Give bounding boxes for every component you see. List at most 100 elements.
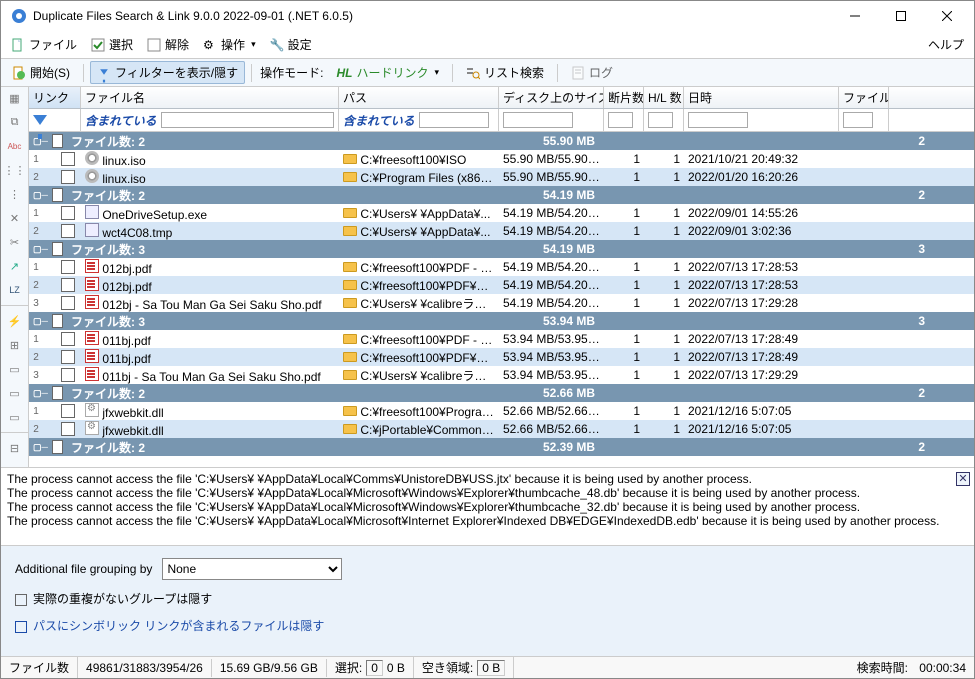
col-link[interactable]: リンク [29, 87, 81, 108]
vtb-btn[interactable]: ↗ [5, 257, 25, 275]
log-button[interactable]: ログ [564, 61, 620, 84]
vtb-btn[interactable]: ▭ [5, 384, 25, 402]
col-filecount[interactable]: ファイル数 [839, 87, 889, 108]
filter-filename-input[interactable] [161, 112, 334, 128]
menu-help[interactable]: ヘルプ [922, 33, 970, 56]
group-header[interactable]: ▢─ファイル数: 252.66 MB2 [29, 384, 974, 402]
file-row[interactable]: 1 linux.iso C:¥freesoft100¥ISO55.90 MB/5… [29, 150, 974, 168]
hide-symlink-checkbox[interactable]: パスにシンボリック リンクが含まれるファイルは隠す [15, 617, 960, 634]
minimize-button[interactable] [832, 1, 878, 31]
pdf-icon [85, 367, 99, 381]
wrench-icon: 🔧 [270, 38, 284, 52]
col-size[interactable]: ディスク上のサイズ [499, 87, 604, 108]
funnel-icon [97, 66, 111, 80]
folder-icon [343, 208, 357, 218]
vtb-btn[interactable]: ⧉ [5, 113, 25, 131]
group-header[interactable]: ▢─ファイル数: 252.39 MB2 [29, 438, 974, 456]
filter-frag-input[interactable] [608, 112, 633, 128]
vtb-sep [1, 305, 28, 306]
log-line: The process cannot access the file 'C:¥U… [7, 514, 968, 528]
file-row[interactable]: 2 011bj.pdf C:¥freesoft100¥PDF¥ブラック...53… [29, 348, 974, 366]
vtb-btn[interactable]: ⊞ [5, 336, 25, 354]
vtb-btn[interactable]: ⋮ [5, 185, 25, 203]
close-button[interactable] [924, 1, 970, 31]
vtb-btn[interactable]: ⚡ [5, 312, 25, 330]
file-row[interactable]: 1 OneDriveSetup.exe C:¥Users¥ ¥AppData¥.… [29, 204, 974, 222]
grouping-select[interactable]: None [162, 558, 342, 580]
filter-path: 含まれている [339, 109, 499, 131]
file-row[interactable]: 2 linux.iso C:¥Program Files (x86)¥VMw..… [29, 168, 974, 186]
vtb-btn[interactable]: ✕ [5, 209, 25, 227]
file-icon [11, 38, 25, 52]
menu-file[interactable]: ファイル [5, 33, 83, 56]
menu-deselect[interactable]: 解除 [141, 33, 195, 56]
vtb-btn[interactable]: LZ [5, 281, 25, 299]
chevron-down-icon: ▾ [251, 39, 256, 50]
filter-date-input[interactable] [688, 112, 748, 128]
vtb-btn[interactable]: ⋮⋮ [5, 161, 25, 179]
vtb-btn[interactable]: ▦ [5, 89, 25, 107]
file-row[interactable]: 2 012bj.pdf C:¥freesoft100¥PDF¥ブラック...54… [29, 276, 974, 294]
col-fragments[interactable]: 断片数 [604, 87, 644, 108]
file-row[interactable]: 2 jfxwebkit.dll C:¥jPortable¥CommonFiles… [29, 420, 974, 438]
vtb-btn[interactable]: ▭ [5, 360, 25, 378]
file-row[interactable]: 1 011bj.pdf C:¥freesoft100¥PDF - FBack..… [29, 330, 974, 348]
main-area: ▦ ⧉ Abc ⋮⋮ ⋮ ✕ ✂ ↗ LZ ⚡ ⊞ ▭ ▭ ▭ ⊟ リンク ファ… [1, 87, 974, 468]
list-search-button[interactable]: リスト検索 [459, 61, 551, 84]
vtb-btn[interactable]: Abc [5, 137, 25, 155]
filter-size-input[interactable] [503, 112, 573, 128]
menu-select[interactable]: 選択 [85, 33, 139, 56]
menu-action[interactable]: ⚙操作▾ [197, 33, 262, 56]
col-hl[interactable]: H/L 数 [644, 87, 684, 108]
status-files: 49861/31883/3954/26 [78, 659, 212, 677]
hardlink-mode-button[interactable]: HLハードリンク▾ [329, 61, 446, 84]
funnel-icon [33, 115, 47, 125]
vtb-btn[interactable]: ▭ [5, 408, 25, 426]
filter-toggle-button[interactable]: フィルターを表示/隠す [90, 61, 245, 84]
exe-icon [85, 223, 99, 237]
dll-icon [85, 421, 99, 435]
grid-body[interactable]: ▢─ファイル数: 255.90 MB21 linux.iso C:¥freeso… [29, 132, 974, 467]
group-header[interactable]: ▢─ファイル数: 354.19 MB3 [29, 240, 974, 258]
pdf-icon [85, 259, 99, 273]
menu-settings[interactable]: 🔧設定 [264, 33, 318, 56]
filter-path-input[interactable] [419, 112, 489, 128]
group-header[interactable]: ▢─ファイル数: 353.94 MB3 [29, 312, 974, 330]
status-time: 検索時間: 00:00:34 [849, 657, 974, 678]
col-path[interactable]: パス [339, 87, 499, 108]
vtb-btn[interactable]: ✂ [5, 233, 25, 251]
folder-icon [343, 370, 357, 380]
filter-funnel[interactable] [29, 109, 81, 131]
folder-icon [343, 406, 357, 416]
start-button[interactable]: 開始(S) [5, 61, 77, 84]
maximize-button[interactable] [878, 1, 924, 31]
log-line: The process cannot access the file 'C:¥U… [7, 486, 968, 500]
hide-nodup-checkbox[interactable]: 実際の重複がないグループは隠す [15, 590, 960, 607]
file-row[interactable]: 3 011bj - Sa Tou Man Ga Sei Saku Sho.pdf… [29, 366, 974, 384]
list-search-icon [466, 66, 480, 80]
col-date[interactable]: 日時 [684, 87, 839, 108]
filter-hl-input[interactable] [648, 112, 673, 128]
file-row[interactable]: 3 012bj - Sa Tou Man Ga Sei Saku Sho.pdf… [29, 294, 974, 312]
start-icon [12, 66, 26, 80]
group-header[interactable]: ▢─ファイル数: 254.19 MB2 [29, 186, 974, 204]
dll-icon [85, 403, 99, 417]
status-selection: 選択:00 B [327, 657, 414, 678]
filter-fcnt-input[interactable] [843, 112, 873, 128]
log-close-button[interactable]: ✕ [956, 472, 970, 486]
hardlink-icon: HL [336, 66, 352, 80]
folder-icon [343, 172, 357, 182]
pdf-icon [85, 331, 99, 345]
results-grid: リンク ファイル名 パス ディスク上のサイズ 断片数 H/L 数 日時 ファイル… [29, 87, 974, 467]
group-header[interactable]: ▢─ファイル数: 255.90 MB2 [29, 132, 974, 150]
folder-icon [343, 280, 357, 290]
file-row[interactable]: 1 jfxwebkit.dll C:¥freesoft100¥Program F… [29, 402, 974, 420]
file-row[interactable]: 2 wct4C08.tmp C:¥Users¥ ¥AppData¥...54.1… [29, 222, 974, 240]
file-row[interactable]: 1 012bj.pdf C:¥freesoft100¥PDF - FBack..… [29, 258, 974, 276]
gear-icon: ⚙ [203, 38, 217, 52]
log-panel: ✕ The process cannot access the file 'C:… [1, 468, 974, 546]
vtb-btn[interactable]: ⊟ [5, 439, 25, 457]
col-filename[interactable]: ファイル名 [81, 87, 339, 108]
menubar: ファイル 選択 解除 ⚙操作▾ 🔧設定 ヘルプ [1, 31, 974, 59]
status-size: 15.69 GB/9.56 GB [212, 659, 327, 677]
